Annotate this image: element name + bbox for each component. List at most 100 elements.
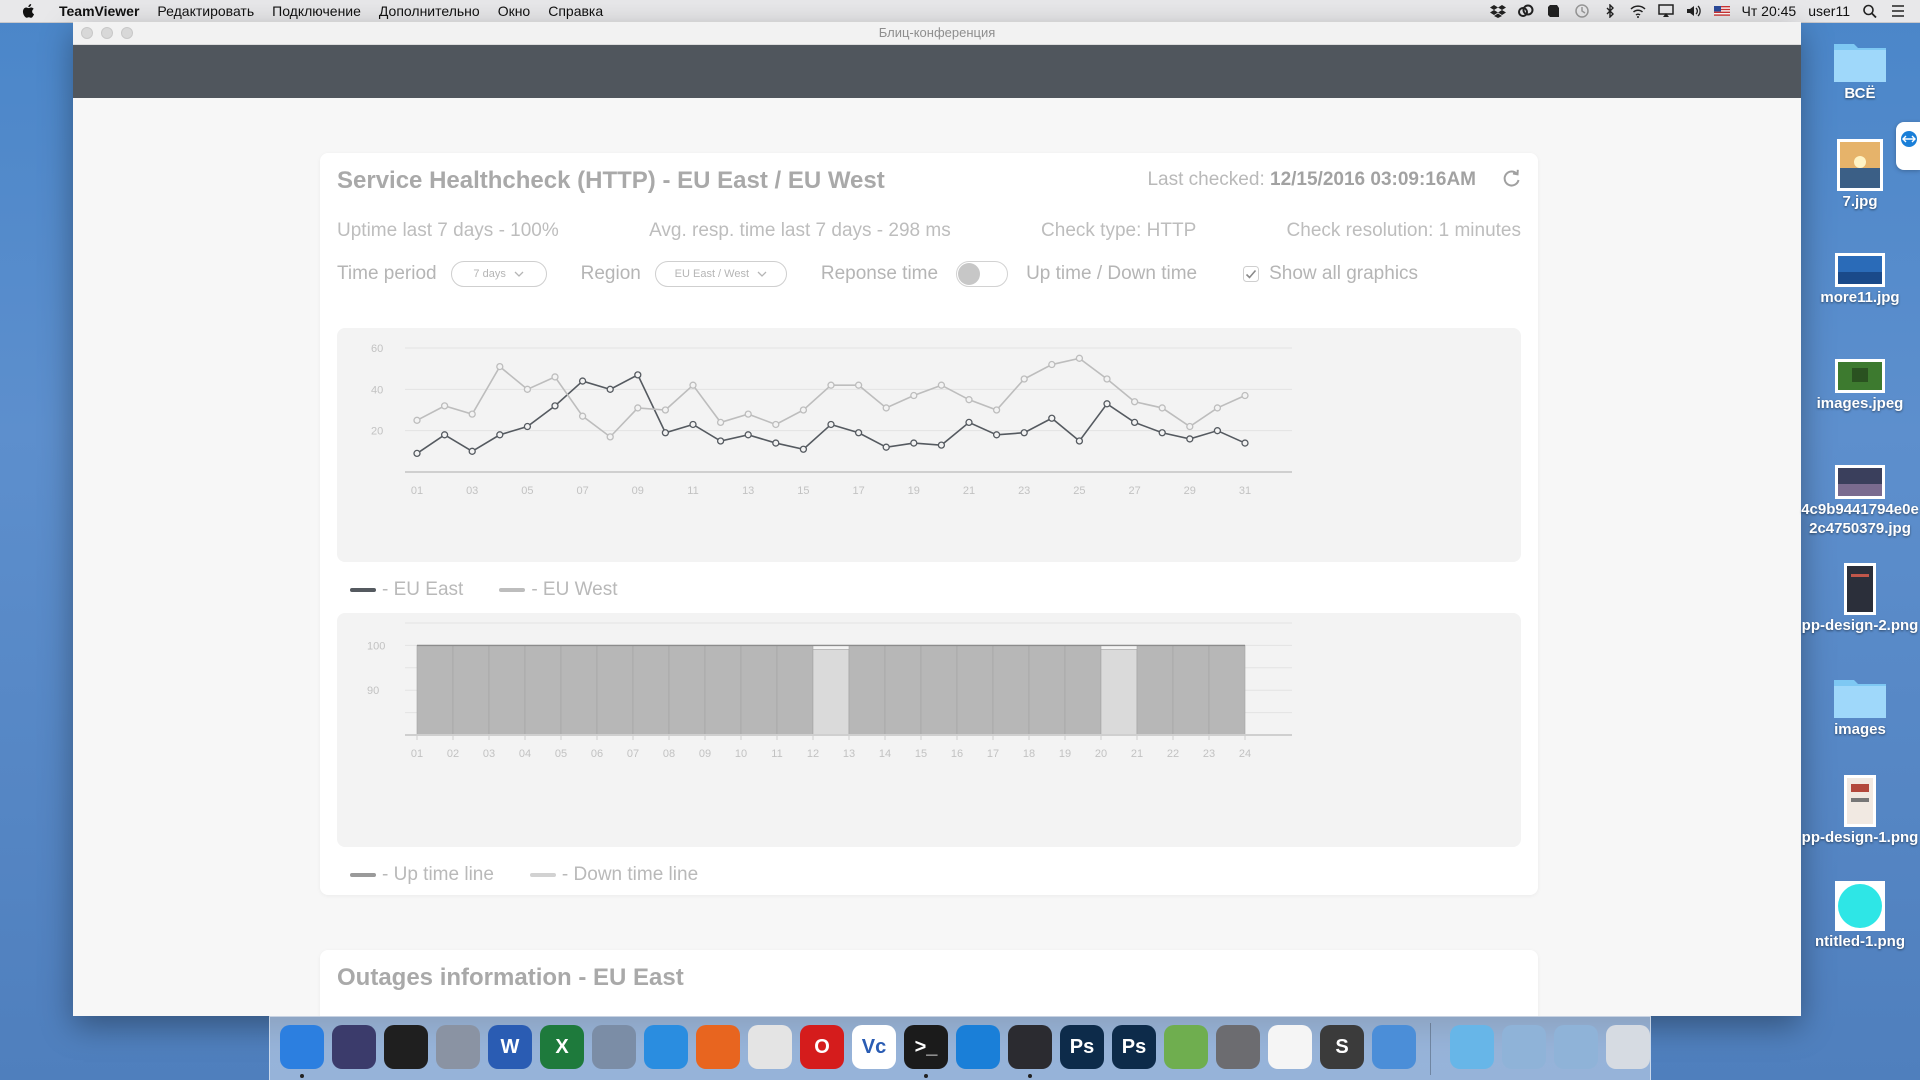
refresh-icon[interactable] — [1500, 167, 1522, 189]
data-point[interactable] — [827, 420, 835, 429]
data-point[interactable] — [1103, 400, 1111, 408]
data-point[interactable] — [992, 431, 1001, 439]
data-point[interactable] — [661, 406, 670, 414]
data-point[interactable] — [716, 437, 725, 445]
data-point[interactable] — [965, 396, 973, 404]
data-point[interactable] — [661, 429, 670, 437]
trash-icon[interactable] — [1606, 1025, 1650, 1069]
bluetooth-icon[interactable] — [1602, 4, 1618, 18]
menu-help[interactable]: Справка — [539, 3, 612, 19]
data-point[interactable] — [854, 429, 863, 437]
data-point[interactable] — [1048, 360, 1056, 369]
vnc-icon[interactable]: Vc — [852, 1025, 896, 1069]
data-point[interactable] — [772, 439, 780, 447]
notification-center-icon[interactable] — [1890, 4, 1906, 18]
desktop-file-app-design-2[interactable]: pp-design-2.png — [1800, 562, 1920, 635]
downloads-folder-icon[interactable] — [1450, 1025, 1494, 1069]
minimize-window-button[interactable] — [101, 27, 113, 39]
data-point[interactable] — [882, 443, 890, 451]
up-time-bar[interactable] — [1064, 645, 1102, 736]
data-point[interactable] — [1241, 391, 1249, 400]
data-point[interactable] — [910, 439, 918, 447]
data-point[interactable] — [440, 431, 449, 439]
up-time-bar[interactable] — [488, 645, 526, 736]
data-point[interactable] — [1213, 404, 1222, 412]
data-point[interactable] — [1020, 429, 1028, 437]
keyboard-icon[interactable] — [1164, 1025, 1208, 1069]
data-point[interactable] — [1158, 404, 1166, 412]
region-select[interactable]: EU East / West — [654, 261, 787, 287]
legend-down[interactable]: - Down time line — [529, 864, 698, 886]
data-point[interactable] — [551, 402, 559, 410]
menu-app-name[interactable]: TeamViewer — [50, 3, 148, 19]
data-point[interactable] — [1130, 418, 1139, 427]
preview-icon[interactable] — [592, 1025, 636, 1069]
up-time-bar[interactable] — [776, 645, 814, 736]
word-icon[interactable]: W — [488, 1025, 532, 1069]
data-point[interactable] — [1075, 354, 1084, 362]
opera-icon[interactable]: O — [800, 1025, 844, 1069]
data-point[interactable] — [992, 406, 1001, 414]
up-time-bar[interactable] — [416, 645, 454, 736]
legend-east[interactable]: - EU East — [350, 579, 463, 601]
data-point[interactable] — [606, 433, 614, 441]
data-point[interactable] — [578, 412, 587, 420]
data-point[interactable] — [551, 373, 559, 381]
up-time-bar[interactable] — [632, 645, 670, 736]
data-point[interactable] — [744, 431, 752, 439]
data-point[interactable] — [744, 410, 752, 418]
data-point[interactable] — [523, 422, 532, 431]
photos-icon[interactable] — [1268, 1025, 1312, 1069]
data-point[interactable] — [523, 385, 532, 393]
down-time-bar[interactable] — [1100, 649, 1138, 736]
up-time-bar[interactable] — [452, 645, 490, 736]
wifi-icon[interactable] — [1630, 4, 1646, 18]
up-time-bar[interactable] — [992, 645, 1030, 736]
data-point[interactable] — [716, 418, 725, 427]
data-point[interactable] — [882, 404, 890, 412]
legend-west[interactable]: - EU West — [499, 579, 618, 601]
airplay-icon[interactable] — [1657, 4, 1674, 18]
desktop-file-more11[interactable]: more11.jpg — [1800, 252, 1920, 307]
terminal-icon[interactable]: >_ — [904, 1025, 948, 1069]
show-all-checkbox[interactable] — [1243, 266, 1260, 282]
up-time-bar[interactable] — [524, 645, 562, 736]
desktop-folder-all[interactable]: ВСЁ — [1800, 36, 1920, 103]
data-point[interactable] — [1241, 439, 1249, 447]
launchpad-icon[interactable] — [436, 1025, 480, 1069]
response-uptime-toggle[interactable] — [956, 261, 1009, 287]
down-time-bar[interactable] — [812, 649, 850, 736]
up-time-bar[interactable] — [1136, 645, 1174, 736]
teamviewer-side-panel[interactable] — [1896, 122, 1920, 170]
desktop-file-images-jpeg[interactable]: images.jpeg — [1800, 358, 1920, 413]
time-period-select[interactable]: 7 days — [450, 261, 547, 287]
firefox-icon[interactable] — [696, 1025, 740, 1069]
data-point[interactable] — [496, 431, 504, 439]
data-point[interactable] — [440, 402, 449, 410]
data-point[interactable] — [578, 377, 587, 385]
data-point[interactable] — [468, 447, 476, 455]
activity-monitor-icon[interactable] — [384, 1025, 428, 1069]
xcode-icon[interactable] — [1372, 1025, 1416, 1069]
up-time-bar[interactable] — [920, 645, 958, 736]
data-point[interactable] — [1048, 414, 1056, 422]
menubar-clock[interactable]: Чт 20:45 — [1742, 3, 1797, 19]
dropbox-icon[interactable] — [1489, 4, 1506, 18]
data-point[interactable] — [496, 362, 504, 371]
data-point[interactable] — [965, 418, 973, 427]
data-point[interactable] — [910, 391, 918, 400]
desktop-folder-images[interactable]: images — [1800, 672, 1920, 739]
data-point[interactable] — [937, 381, 946, 389]
desktop-file-untitled-1[interactable]: ntitled-1.png — [1800, 880, 1920, 951]
photoshop-icon[interactable]: Ps — [1060, 1025, 1104, 1069]
data-point[interactable] — [937, 441, 946, 449]
teamviewer-icon[interactable] — [956, 1025, 1000, 1069]
chrome-icon[interactable] — [748, 1025, 792, 1069]
data-point[interactable] — [1130, 398, 1139, 406]
up-time-bar[interactable] — [884, 645, 922, 736]
siri-icon[interactable] — [332, 1025, 376, 1069]
photoshop-cc-icon[interactable]: Ps — [1112, 1025, 1156, 1069]
sublime-text-icon[interactable]: S — [1320, 1025, 1364, 1069]
up-time-bar[interactable] — [1028, 645, 1066, 736]
menu-window[interactable]: Окно — [489, 3, 540, 19]
